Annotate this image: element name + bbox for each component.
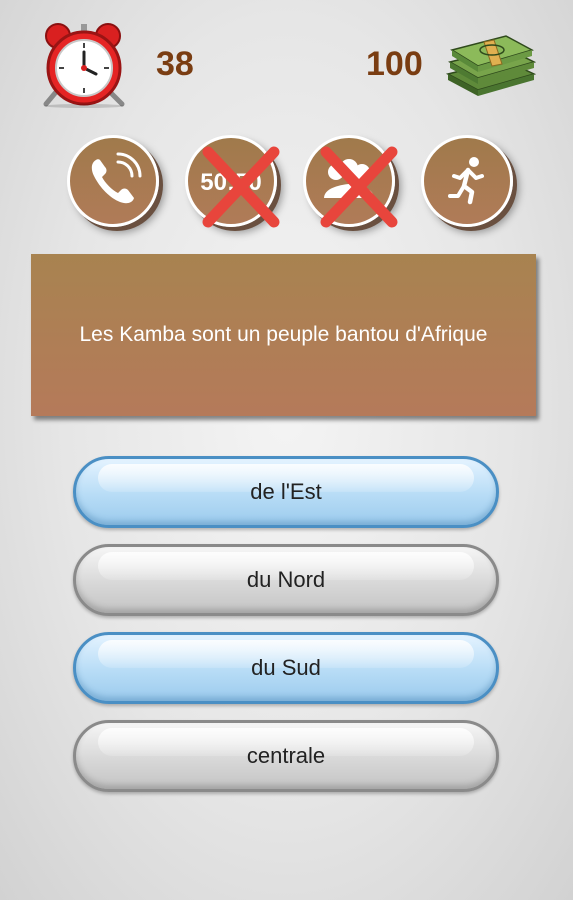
question-text: Les Kamba sont un peuple bantou d'Afriqu… xyxy=(79,323,488,346)
used-cross-icon xyxy=(320,146,398,228)
lifeline-audience-button[interactable] xyxy=(303,135,398,228)
answer-button-c[interactable]: du Sud xyxy=(73,632,499,704)
question-panel: Les Kamba sont un peuple bantou d'Afriqu… xyxy=(31,254,536,416)
phone-icon xyxy=(91,152,142,204)
answer-label: du Nord xyxy=(246,567,326,592)
lifeline-phone-button[interactable] xyxy=(67,135,159,227)
timer-value: 38 xyxy=(156,45,194,83)
answer-label: de l'Est xyxy=(250,479,322,504)
lifeline-bar: 50:50 xyxy=(0,135,573,230)
hud-bar: 38 100 xyxy=(0,0,573,120)
lifeline-fifty-fifty-button[interactable]: 50:50 xyxy=(185,135,280,228)
answer-label: centrale xyxy=(246,743,326,768)
answer-label: du Sud xyxy=(251,655,321,680)
score-value: 100 xyxy=(366,45,423,83)
alarm-clock-icon xyxy=(38,22,130,108)
money-stack-icon xyxy=(444,30,537,98)
answer-button-b[interactable]: du Nord xyxy=(73,544,499,616)
used-cross-icon xyxy=(202,146,280,228)
answer-button-a[interactable]: de l'Est xyxy=(73,456,499,528)
running-man-icon xyxy=(448,157,484,205)
lifeline-quit-button[interactable] xyxy=(421,135,513,227)
answer-button-d[interactable]: centrale xyxy=(73,720,499,792)
